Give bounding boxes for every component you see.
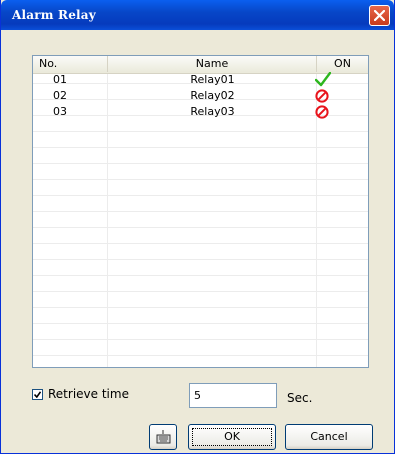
- cancel-button[interactable]: Cancel: [285, 424, 373, 450]
- checkmark-icon: [34, 391, 41, 398]
- retrieve-seconds-input[interactable]: [189, 383, 277, 408]
- title-bar[interactable]: Alarm Relay: [1, 0, 394, 30]
- relay-number: 01: [53, 73, 67, 86]
- column-header-no[interactable]: No.: [33, 56, 108, 72]
- table-row[interactable]: 03 Relay03: [33, 105, 368, 119]
- relay-name: Relay02: [190, 89, 235, 102]
- check-icon[interactable]: [315, 72, 331, 87]
- keyboard-icon: [156, 430, 171, 444]
- alarm-relay-dialog: Alarm Relay No. Name ON 01 Relay01 02 Re…: [0, 0, 395, 454]
- keyboard-button[interactable]: [149, 424, 177, 450]
- column-header-on[interactable]: ON: [317, 56, 368, 72]
- column-header-name[interactable]: Name: [108, 56, 317, 72]
- window-title: Alarm Relay: [12, 8, 96, 22]
- close-button[interactable]: [369, 5, 390, 26]
- focus-rect: [192, 428, 272, 446]
- retrieve-time-label[interactable]: Retrieve time: [48, 387, 129, 401]
- ok-button[interactable]: OK: [188, 424, 276, 450]
- relay-number: 02: [53, 89, 67, 102]
- relay-number: 03: [53, 105, 67, 118]
- table-row[interactable]: 02 Relay02: [33, 89, 368, 103]
- seconds-unit-label: Sec.: [287, 391, 313, 405]
- prohibited-icon[interactable]: [315, 105, 329, 119]
- relay-name: Relay03: [190, 105, 235, 118]
- prohibited-icon[interactable]: [315, 89, 329, 103]
- relay-list[interactable]: No. Name ON 01 Relay01 02 Relay02 03 Rel…: [32, 55, 369, 368]
- retrieve-time-checkbox[interactable]: [32, 389, 43, 400]
- table-row[interactable]: 01 Relay01: [33, 72, 368, 87]
- relay-name: Relay01: [190, 73, 235, 86]
- close-icon: [374, 10, 385, 21]
